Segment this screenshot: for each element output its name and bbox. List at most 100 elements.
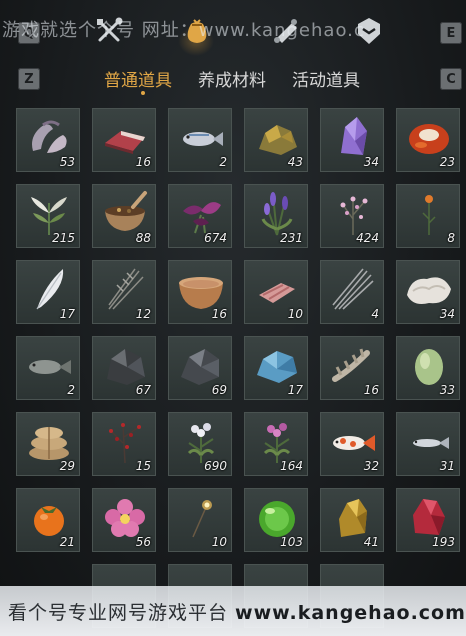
red-berry-branch-icon <box>109 423 141 464</box>
silver-fish-icon <box>183 132 223 146</box>
green-jade-orb-icon <box>259 501 295 537</box>
feather-icon <box>36 269 64 310</box>
item-slot[interactable]: 53 <box>16 108 80 172</box>
watermark-text: 游戏就选个个号 网址：www.kangehao.c <box>2 20 365 41</box>
item-slot[interactable]: 33 <box>396 336 460 400</box>
item-quantity: 103 <box>280 535 303 549</box>
item-slot[interactable]: 10 <box>244 260 308 324</box>
item-quantity: 43 <box>287 155 303 169</box>
item-quantity: 674 <box>204 231 227 245</box>
dark-ore-icon <box>107 349 145 385</box>
item-quantity: 33 <box>439 383 455 397</box>
item-slot[interactable]: 2 <box>16 336 80 400</box>
item-quantity: 2 <box>67 383 75 397</box>
item-slot[interactable]: 103 <box>244 488 308 552</box>
item-quantity: 88 <box>135 231 151 245</box>
item-slot[interactable]: 23 <box>396 108 460 172</box>
item-slot[interactable]: 15 <box>92 412 156 476</box>
item-quantity: 41 <box>363 535 379 549</box>
item-quantity: 10 <box>211 535 227 549</box>
item-slot[interactable]: 56 <box>92 488 156 552</box>
item-slot[interactable]: 4 <box>320 260 384 324</box>
item-slot[interactable]: 12 <box>92 260 156 324</box>
item-quantity: 231 <box>280 231 303 245</box>
tab-event-items[interactable]: 活动道具 <box>292 66 360 91</box>
item-slot[interactable]: 88 <box>92 184 156 248</box>
category-tabs: Z 普通道具 养成材料 活动道具 C <box>0 64 466 98</box>
spine-bone-icon <box>332 348 370 382</box>
item-quantity: 69 <box>211 383 227 397</box>
item-slot[interactable]: 16 <box>92 108 156 172</box>
item-quantity: 4 <box>371 307 379 321</box>
item-slot[interactable]: 674 <box>168 184 232 248</box>
clay-bowl-icon <box>179 277 223 309</box>
item-quantity: 32 <box>363 459 379 473</box>
item-slot[interactable]: 690 <box>168 412 232 476</box>
item-slot[interactable]: 16 <box>320 336 384 400</box>
item-slot[interactable]: 43 <box>244 108 308 172</box>
e-key-hint[interactable]: E <box>440 22 462 44</box>
raw-meat-icon <box>32 120 67 153</box>
lavender-herb-icon <box>261 192 293 236</box>
rice-sacks-icon <box>29 427 69 460</box>
z-key-hint[interactable]: Z <box>18 68 40 90</box>
blue-crystal-ore-icon <box>257 351 297 383</box>
item-slot[interactable]: 17 <box>16 260 80 324</box>
item-quantity: 21 <box>59 535 75 549</box>
item-slot[interactable]: 193 <box>396 488 460 552</box>
item-quantity: 67 <box>135 383 151 397</box>
item-slot[interactable]: 215 <box>16 184 80 248</box>
meat-slab-icon <box>105 131 145 154</box>
item-slot[interactable]: 67 <box>92 336 156 400</box>
item-slot[interactable]: 34 <box>396 260 460 324</box>
item-slot[interactable]: 164 <box>244 412 308 476</box>
item-slot[interactable]: 424 <box>320 184 384 248</box>
item-slot[interactable]: 10 <box>168 488 232 552</box>
item-quantity: 193 <box>432 535 455 549</box>
tab-materials[interactable]: 养成材料 <box>198 66 266 91</box>
item-slot[interactable]: 34 <box>320 108 384 172</box>
item-slot[interactable]: 231 <box>244 184 308 248</box>
item-quantity: 17 <box>287 383 303 397</box>
koi-fish-icon <box>333 435 375 451</box>
herb-mortar-icon <box>105 191 147 231</box>
item-slot[interactable]: 2 <box>168 108 232 172</box>
item-slot[interactable]: 41 <box>320 488 384 552</box>
item-slot[interactable]: 16 <box>168 260 232 324</box>
item-quantity: 164 <box>280 459 303 473</box>
pink-flower-herb-icon <box>263 423 291 463</box>
c-key-hint[interactable]: C <box>440 68 462 90</box>
red-gem-ore-icon <box>413 499 445 535</box>
item-slot[interactable]: 8 <box>396 184 460 248</box>
banner-text: 看个号专业网号游戏平台 www.kangehao.com <box>8 598 466 625</box>
item-quantity: 29 <box>59 459 75 473</box>
gold-nugget-icon <box>339 499 367 537</box>
item-quantity: 16 <box>211 307 227 321</box>
watermark-banner: 看个号专业网号游戏平台 www.kangehao.com <box>0 586 466 636</box>
pink-flower-icon <box>105 499 145 537</box>
small-fish-icon <box>413 437 449 449</box>
banner-site: www.kangehao.com <box>235 602 466 624</box>
item-quantity: 56 <box>135 535 151 549</box>
item-quantity: 34 <box>439 307 455 321</box>
item-slot[interactable]: 21 <box>16 488 80 552</box>
top-toolbar: Q E 游戏就选个个号 网址：www.kangehao.c <box>0 0 466 62</box>
meat-strips-icon <box>259 283 295 303</box>
orange-flower-icon <box>422 195 436 235</box>
item-slot[interactable]: 32 <box>320 412 384 476</box>
item-quantity: 16 <box>363 383 379 397</box>
persimmon-icon <box>34 506 64 536</box>
grey-fish-icon <box>29 360 71 374</box>
item-quantity: 34 <box>363 155 379 169</box>
item-slot[interactable]: 29 <box>16 412 80 476</box>
item-slot[interactable]: 31 <box>396 412 460 476</box>
green-melon-icon <box>415 349 443 385</box>
item-quantity: 12 <box>135 307 151 321</box>
item-slot[interactable]: 17 <box>244 336 308 400</box>
item-slot[interactable]: 69 <box>168 336 232 400</box>
item-quantity: 8 <box>447 231 455 245</box>
pink-blossom-icon <box>340 196 368 235</box>
tab-common-items[interactable]: 普通道具 <box>104 66 172 91</box>
inventory-screen: Q E 游戏就选个个号 网址：www.kangehao.c Z 普通道具 养成材… <box>0 0 466 636</box>
quills-icon <box>332 268 374 310</box>
